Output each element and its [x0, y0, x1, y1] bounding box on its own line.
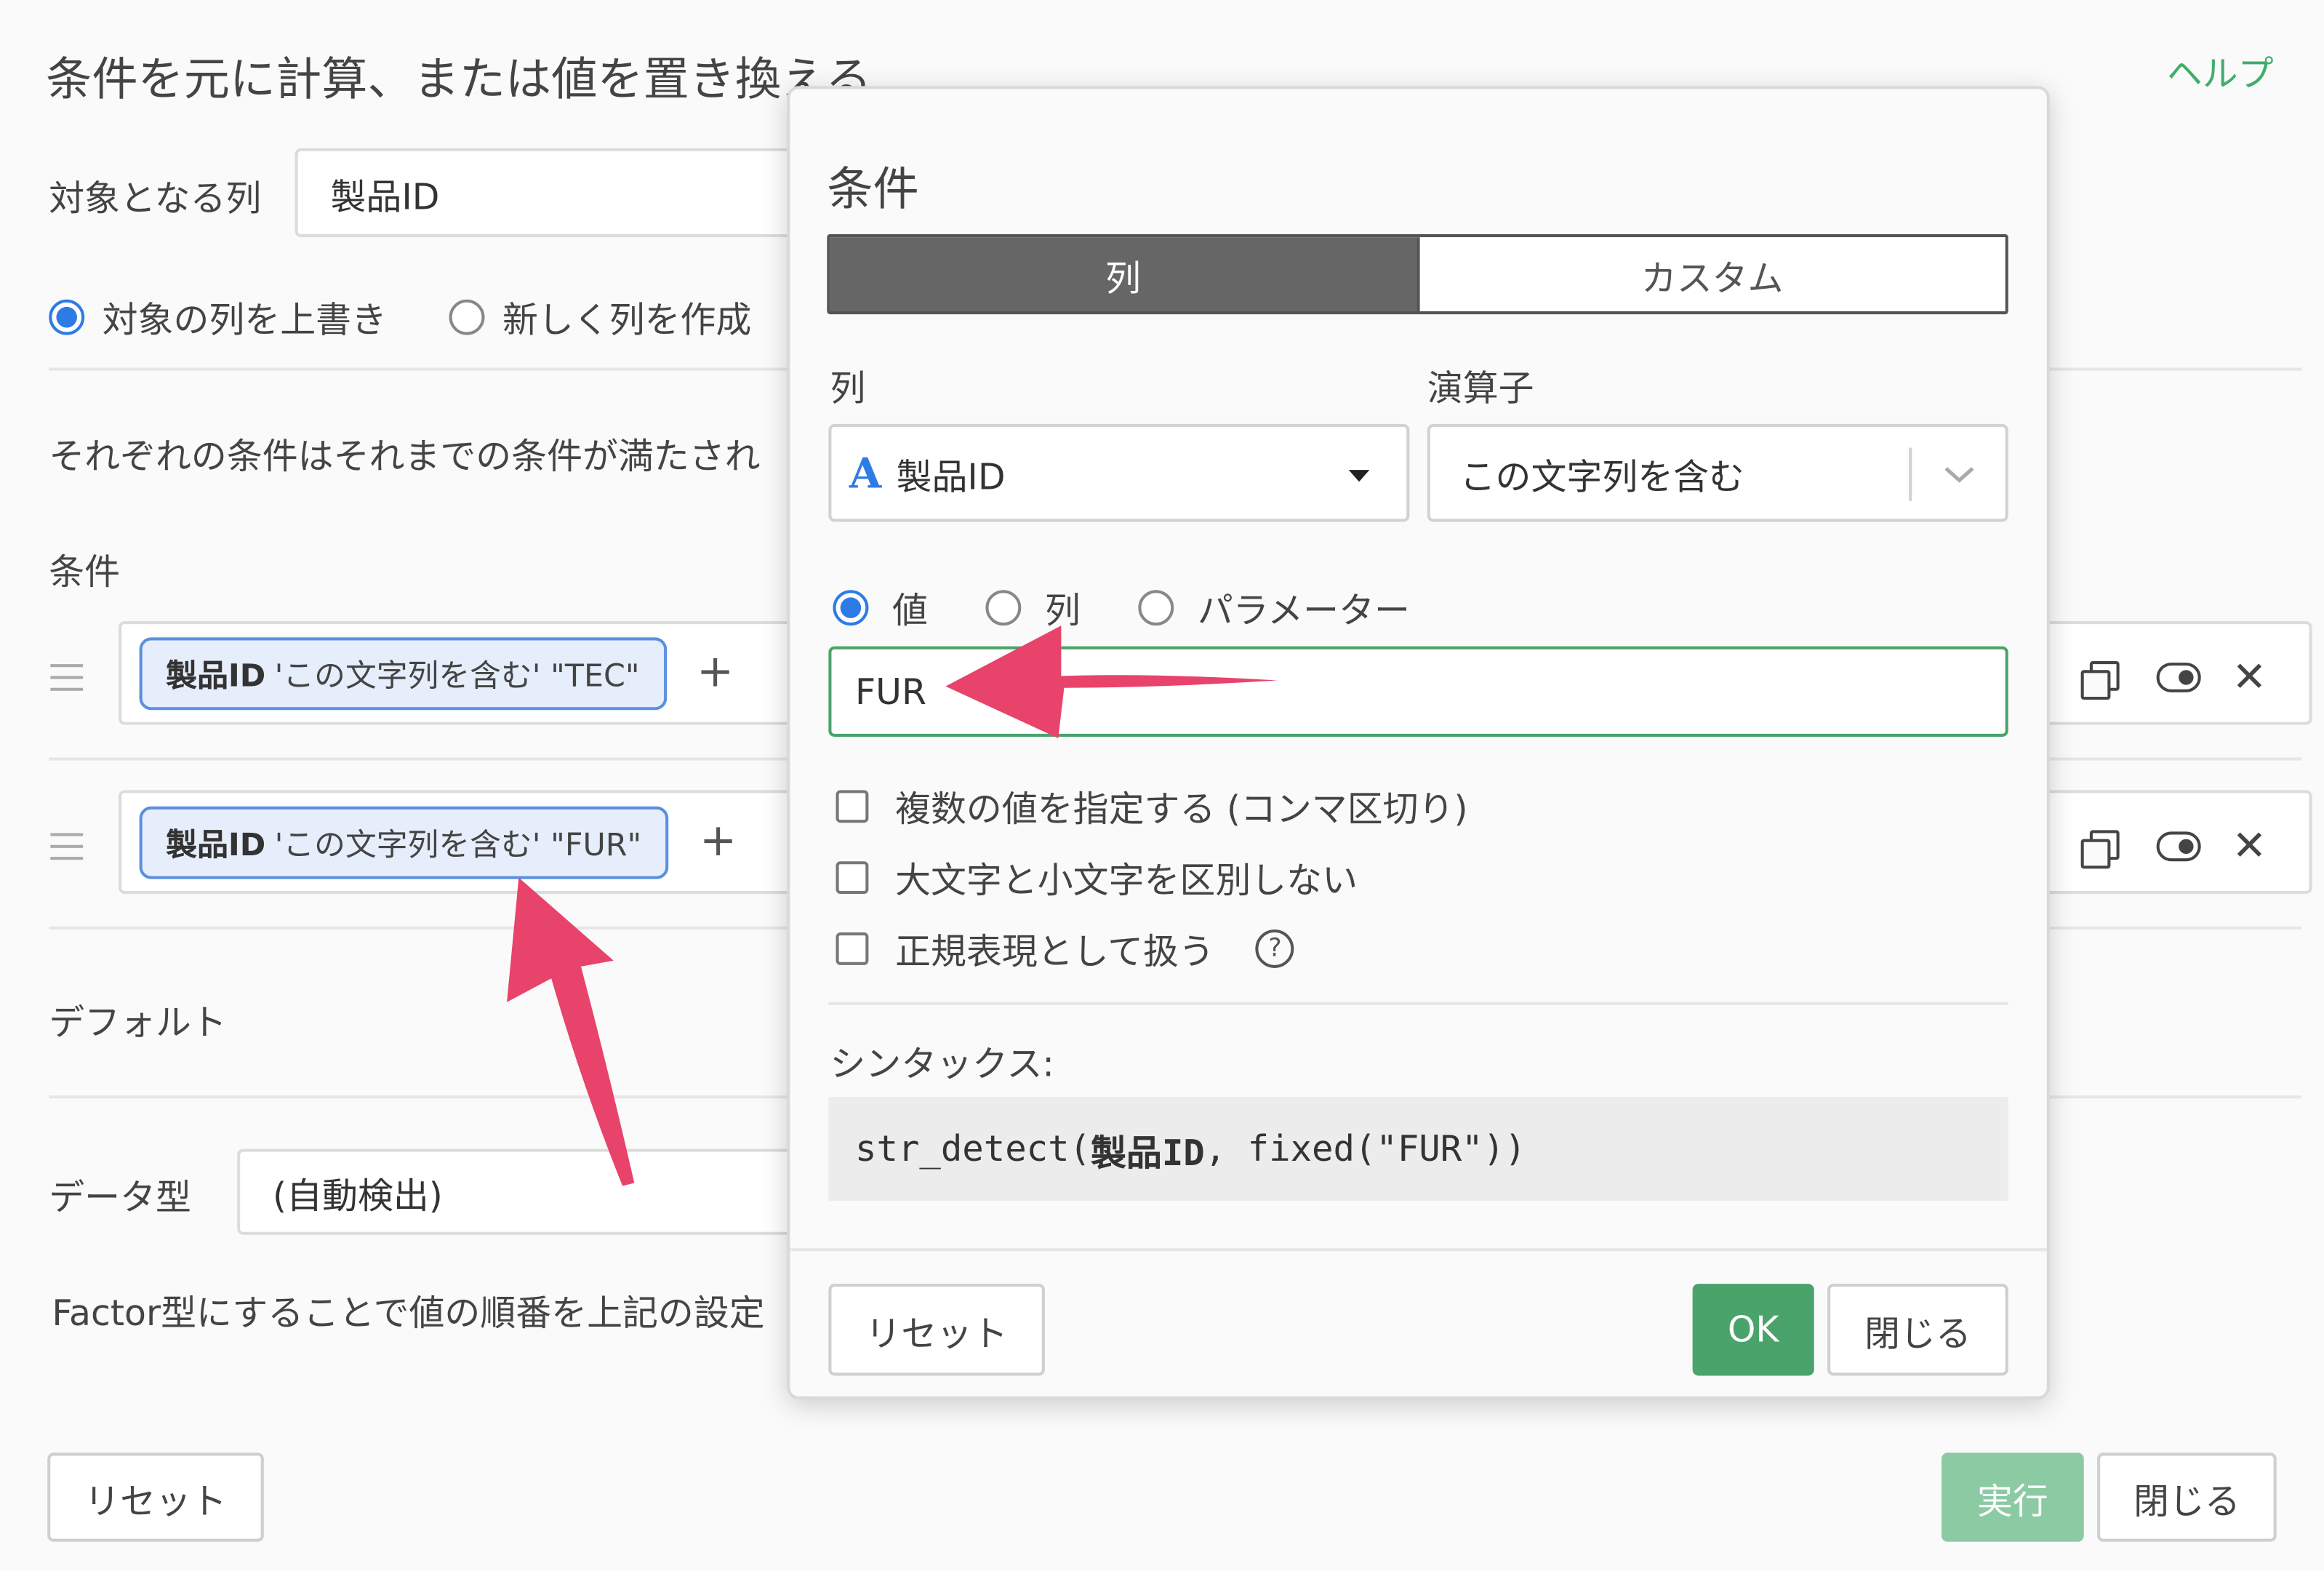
arrow-to-value-input	[945, 625, 1278, 739]
arrow-to-condition-pill	[507, 877, 635, 1186]
annotation-arrows	[507, 625, 1278, 1186]
stage: 条件を元に計算、または値を置き換える ヘルプ 対象となる列 製品ID 対象の列を…	[0, 0, 2324, 1571]
